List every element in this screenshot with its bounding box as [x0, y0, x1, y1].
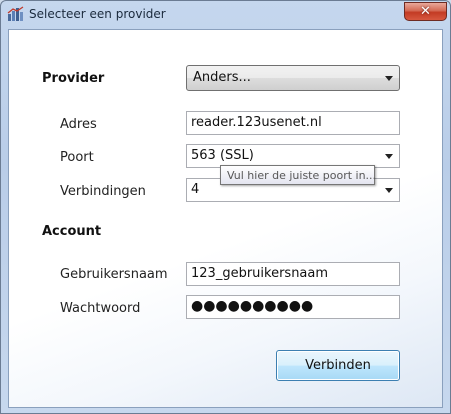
close-button[interactable]: ✕: [404, 2, 447, 21]
connections-value: 4: [191, 182, 200, 197]
close-icon: ✕: [420, 4, 431, 19]
dialog-window: Selecteer een provider ✕ Provider Anders…: [0, 0, 451, 414]
provider-selected-value: Anders...: [193, 70, 251, 85]
password-input[interactable]: ●●●●●●●●●●: [186, 295, 400, 319]
address-value: reader.123usenet.nl: [191, 115, 322, 130]
port-tooltip: Vul hier de juiste poort in...: [220, 165, 376, 185]
password-value: ●●●●●●●●●●: [191, 298, 314, 314]
provider-dropdown[interactable]: Anders...: [186, 65, 400, 91]
chevron-down-icon: [385, 154, 393, 159]
chevron-down-icon: [385, 188, 393, 193]
password-label: Wachtwoord: [60, 301, 141, 316]
username-value: 123_gebruikersnaam: [191, 266, 329, 281]
address-label: Adres: [60, 117, 97, 132]
port-label: Poort: [60, 150, 94, 165]
username-input[interactable]: 123_gebruikersnaam: [186, 262, 400, 286]
title-bar[interactable]: Selecteer een provider ✕: [1, 1, 450, 29]
address-input[interactable]: reader.123usenet.nl: [186, 111, 400, 135]
dialog-content: Provider Anders... Adres reader.123usene…: [8, 29, 443, 408]
chevron-down-icon: [385, 76, 393, 81]
connect-button-label: Verbinden: [305, 358, 371, 373]
username-label: Gebruikersnaam: [60, 267, 168, 282]
port-value: 563 (SSL): [191, 148, 254, 163]
window-title: Selecteer een provider: [29, 7, 166, 21]
connections-label: Verbindingen: [60, 184, 146, 199]
provider-section-label: Provider: [42, 71, 105, 86]
connect-button[interactable]: Verbinden: [276, 350, 400, 381]
app-icon: [7, 6, 24, 21]
account-section-label: Account: [42, 224, 102, 239]
